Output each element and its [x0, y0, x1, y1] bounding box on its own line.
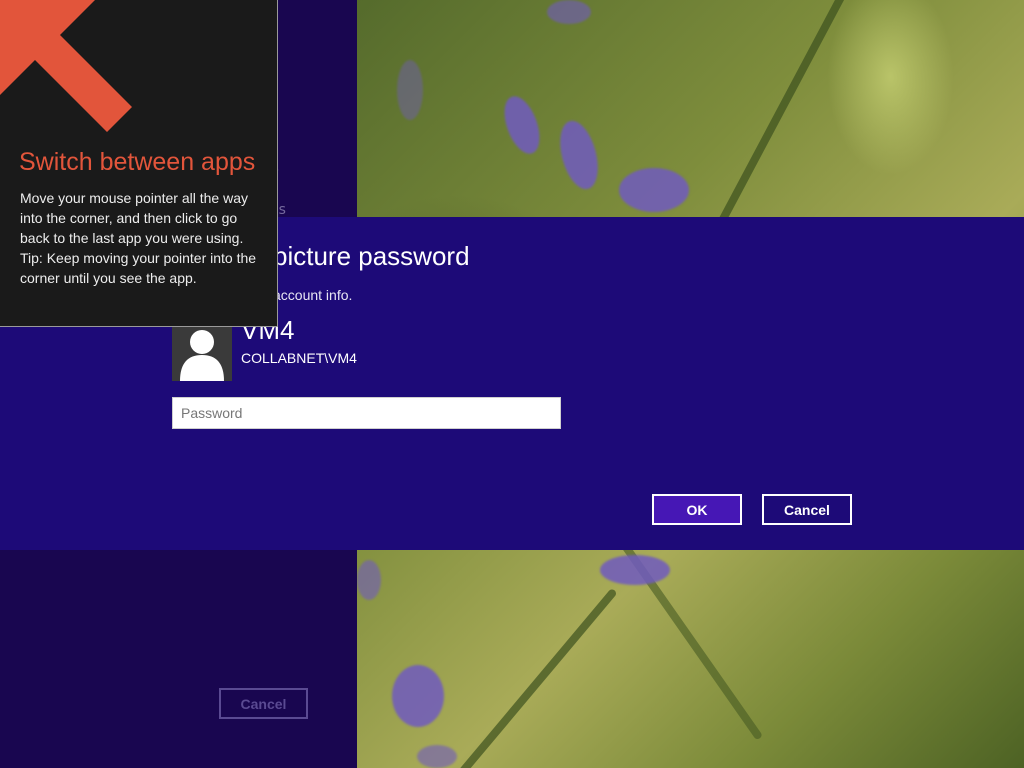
background-cancel-button: Cancel	[219, 688, 308, 719]
dialog-title: picture password	[273, 241, 470, 271]
switch-apps-tooltip: Switch between apps Move your mouse poin…	[0, 0, 278, 327]
arrow-up-left-icon	[0, 0, 132, 132]
cancel-button[interactable]: Cancel	[762, 494, 852, 525]
password-input[interactable]	[172, 397, 561, 429]
tooltip-tip: Tip: Keep moving your pointer into the c…	[20, 250, 257, 286]
ok-button[interactable]: OK	[652, 494, 742, 525]
user-avatar-icon	[172, 325, 232, 381]
tooltip-body: Move your mouse pointer all the way into…	[20, 188, 265, 288]
dialog-subtitle: account info.	[273, 287, 353, 303]
tooltip-text: Move your mouse pointer all the way into…	[20, 190, 248, 246]
tooltip-title: Switch between apps	[19, 148, 256, 176]
user-domain: COLLABNET\VM4	[241, 350, 357, 366]
